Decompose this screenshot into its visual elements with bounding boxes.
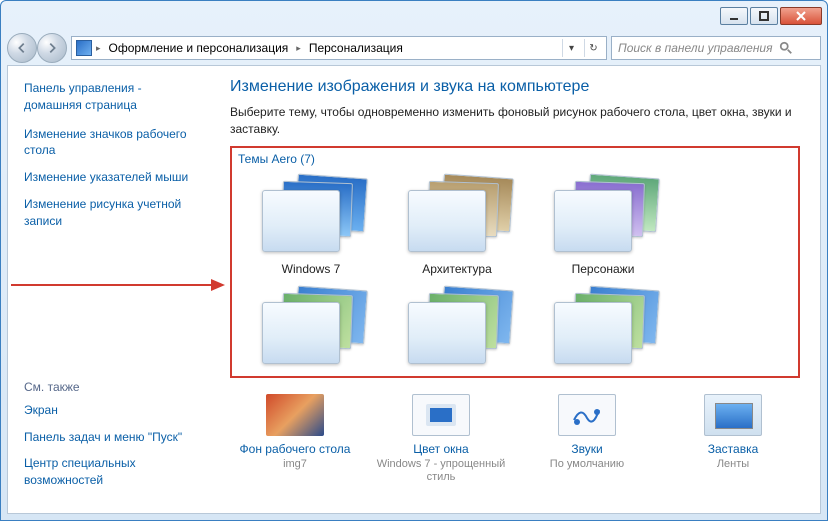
theme-thumbnail <box>402 176 512 256</box>
see-also-group: См. также Экран Панель задач и меню "Пус… <box>24 380 204 499</box>
forward-button[interactable] <box>37 33 67 63</box>
content-area: ? Панель управления - домашняя страница … <box>7 65 821 514</box>
close-button[interactable] <box>780 7 822 25</box>
theme-item[interactable] <box>246 288 376 372</box>
chevron-right-icon: ▸ <box>96 43 101 54</box>
back-button[interactable] <box>7 33 37 63</box>
screensaver-value: Ленты <box>668 458 798 471</box>
screensaver-icon <box>704 394 762 436</box>
theme-caption: Windows 7 <box>246 262 376 276</box>
screensaver-label: Заставка <box>668 442 798 456</box>
themes-scroll-area[interactable]: Windows 7 Архитектура Персонажи <box>238 172 792 372</box>
breadcrumb-personalization[interactable]: Персонализация <box>305 41 407 55</box>
titlebar <box>1 1 827 31</box>
navigation-bar: ▸ Оформление и персонализация ▸ Персонал… <box>1 31 827 65</box>
page-description: Выберите тему, чтобы одновременно измени… <box>230 104 800 138</box>
sidebar: Панель управления - домашняя страница Из… <box>8 66 218 513</box>
sounds-icon <box>558 394 616 436</box>
control-panel-home-link[interactable]: Панель управления - домашняя страница <box>24 80 202 114</box>
window-color-label: Цвет окна <box>376 442 506 456</box>
theme-group-name: Темы Aero (7) <box>238 152 792 166</box>
sounds-link[interactable]: Звуки По умолчанию <box>522 394 652 484</box>
see-also-ease-of-access[interactable]: Центр специальных возможностей <box>24 455 204 489</box>
theme-item[interactable] <box>538 288 668 372</box>
maximize-button[interactable] <box>750 7 778 25</box>
theme-thumbnail <box>256 176 366 256</box>
theme-item[interactable] <box>392 288 522 372</box>
search-placeholder: Поиск в панели управления <box>618 41 773 55</box>
theme-item[interactable]: Персонажи <box>538 176 668 276</box>
sidebar-link-account-picture[interactable]: Изменение рисунка учетной записи <box>24 196 202 230</box>
settings-row: Фон рабочего стола img7 Цвет окна Window… <box>230 394 800 484</box>
sounds-value: По умолчанию <box>522 458 652 471</box>
control-panel-icon <box>76 40 92 56</box>
desktop-background-label: Фон рабочего стола <box>230 442 360 456</box>
chevron-right-icon: ▸ <box>296 43 301 54</box>
nav-buttons <box>7 33 67 63</box>
desktop-background-link[interactable]: Фон рабочего стола img7 <box>230 394 360 484</box>
desktop-background-value: img7 <box>230 458 360 471</box>
theme-thumbnail <box>402 288 512 368</box>
minimize-button[interactable] <box>720 7 748 25</box>
personalization-window: ▸ Оформление и персонализация ▸ Персонал… <box>0 0 828 521</box>
aero-themes-box: Темы Aero (7) Windows 7 Архитектура Персон… <box>230 146 800 378</box>
desktop-background-icon <box>266 394 324 436</box>
theme-thumbnail <box>256 288 366 368</box>
window-color-link[interactable]: Цвет окна Windows 7 - упрощенный стиль <box>376 394 506 484</box>
theme-item[interactable]: Архитектура <box>392 176 522 276</box>
search-input[interactable]: Поиск в панели управления <box>611 36 821 60</box>
sidebar-link-mouse-pointers[interactable]: Изменение указателей мыши <box>24 169 202 186</box>
address-dropdown[interactable]: ▾ <box>562 39 580 57</box>
theme-item[interactable]: Windows 7 <box>246 176 376 276</box>
page-title: Изменение изображения и звука на компьют… <box>230 78 800 96</box>
search-icon <box>779 41 793 55</box>
screensaver-link[interactable]: Заставка Ленты <box>668 394 798 484</box>
theme-caption: Персонажи <box>538 262 668 276</box>
window-color-icon <box>412 394 470 436</box>
see-also-title: См. также <box>24 380 204 394</box>
window-color-value: Windows 7 - упрощенный стиль <box>376 458 506 484</box>
sounds-label: Звуки <box>522 442 652 456</box>
see-also-display[interactable]: Экран <box>24 402 204 419</box>
refresh-button[interactable]: ↻ <box>584 39 602 57</box>
main-panel: Изменение изображения и звука на компьют… <box>218 66 820 513</box>
see-also-taskbar[interactable]: Панель задач и меню "Пуск" <box>24 429 204 446</box>
theme-thumbnail <box>548 176 658 256</box>
sidebar-link-desktop-icons[interactable]: Изменение значков рабочего стола <box>24 126 202 160</box>
breadcrumb-appearance[interactable]: Оформление и персонализация <box>105 41 293 55</box>
theme-caption: Архитектура <box>392 262 522 276</box>
theme-thumbnail <box>548 288 658 368</box>
address-bar[interactable]: ▸ Оформление и персонализация ▸ Персонал… <box>71 36 607 60</box>
